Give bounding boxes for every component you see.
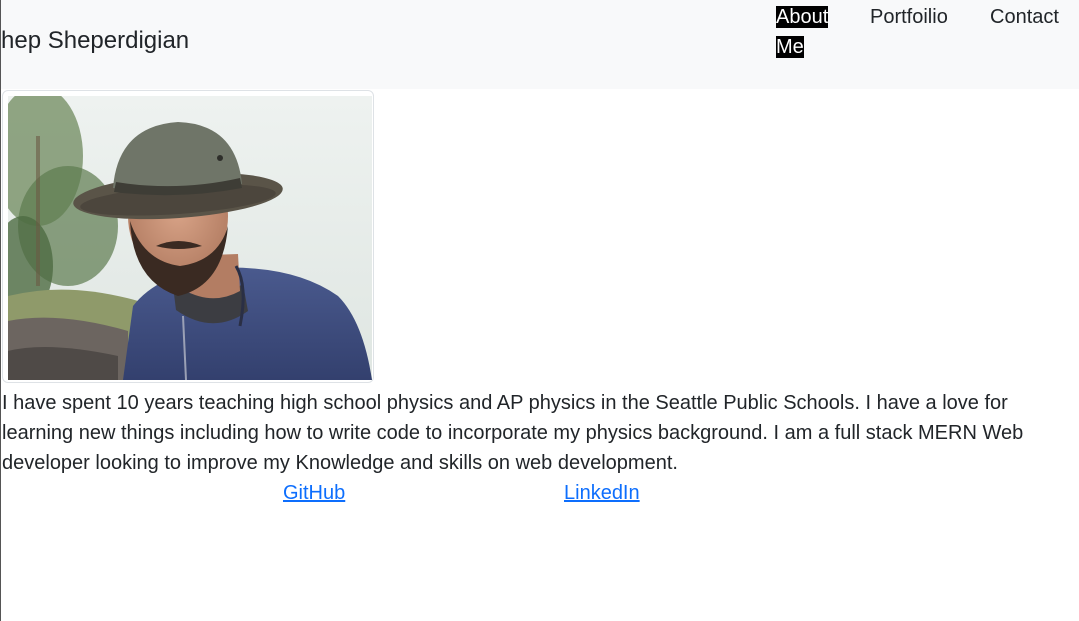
linkedin-link[interactable]: LinkedIn [564,478,640,508]
nav-link-about-label-line1: About [776,6,829,28]
github-link[interactable]: GitHub [283,478,345,508]
nav-link-portfolio[interactable]: Portfoilio [870,2,948,32]
bio-text: I have spent 10 years teaching high scho… [2,392,1024,474]
navbar: hep Sheperdigian About Me Portfoilio Cont… [1,0,1079,89]
brand-name: hep Sheperdigian [1,27,190,54]
nav-link-about-me[interactable]: About Me [776,2,832,62]
nav-link-contact[interactable]: Contact [990,2,1059,32]
profile-photo [8,96,372,380]
page: hep Sheperdigian About Me Portfoilio Cont… [0,0,1079,621]
nav-link-about-label-line2: Me [776,36,804,58]
profile-photo-card [2,90,374,383]
